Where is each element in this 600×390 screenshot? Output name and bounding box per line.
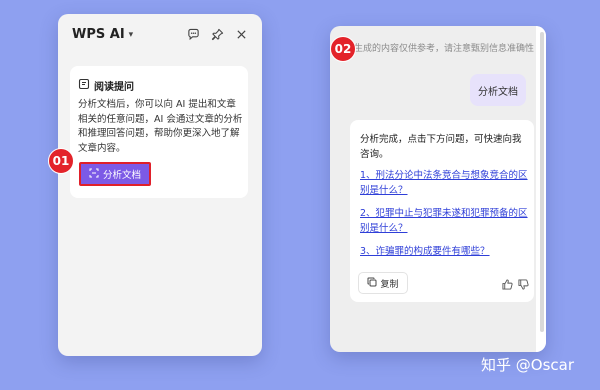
user-message-bubble: 分析文档 <box>470 74 526 106</box>
scrollbar-thumb[interactable] <box>540 32 544 332</box>
ai-response-text: 分析完成，点击下方问题，可快速向我咨询。 <box>360 134 522 160</box>
disclaimer-text: 生成的内容仅供参考，请注意甄别信息准确性 <box>354 44 535 54</box>
thumbs-down-icon[interactable] <box>518 275 529 294</box>
panel-title[interactable]: WPS AI <box>72 27 125 42</box>
wps-ai-panel-initial: WPS AI ▾ 阅读提问 分析文档后，你可以向 AI 提出和文章相关的任意问题… <box>58 14 262 356</box>
suggested-question-2[interactable]: 2、犯罪中止与犯罪未遂和犯罪预备的区别是什么？ <box>360 206 528 236</box>
copy-button-label: 复制 <box>380 279 399 290</box>
chevron-down-icon[interactable]: ▾ <box>129 30 134 40</box>
panel-header: WPS AI ▾ <box>58 14 262 54</box>
book-icon <box>78 78 90 93</box>
suggested-question-1[interactable]: 1、刑法分论中法条竞合与想象竞合的区别是什么？ <box>360 168 528 198</box>
wps-ai-panel-result: 生成的内容仅供参考，请注意甄别信息准确性 分析文档 分析完成，点击下方问题，可快… <box>330 26 546 352</box>
pin-icon[interactable] <box>210 27 224 41</box>
copy-icon <box>367 277 377 290</box>
chat-icon[interactable] <box>186 27 200 41</box>
close-icon[interactable] <box>234 27 248 41</box>
reading-qa-card: 阅读提问 分析文档后，你可以向 AI 提出和文章相关的任意问题，AI 会通过文章… <box>70 66 248 198</box>
analyze-document-button[interactable]: 分析文档 <box>79 162 151 186</box>
step-badge-01: 01 <box>48 148 74 174</box>
suggested-question-3[interactable]: 3、诈骗罪的构成要件有哪些？ <box>360 244 528 259</box>
watermark: 知乎 @Oscar <box>481 356 574 374</box>
card-heading: 阅读提问 <box>78 78 134 93</box>
scan-icon <box>89 168 99 181</box>
scrollbar-track[interactable] <box>536 26 546 352</box>
copy-button[interactable]: 复制 <box>358 272 408 294</box>
analyze-button-label: 分析文档 <box>102 170 141 181</box>
header-actions <box>186 27 248 41</box>
ai-response-card: 分析完成，点击下方问题，可快速向我咨询。 1、刑法分论中法条竞合与想象竞合的区别… <box>350 120 534 302</box>
step-badge-02: 02 <box>330 36 356 62</box>
card-title: 阅读提问 <box>94 82 134 93</box>
card-description: 分析文档后，你可以向 AI 提出和文章相关的任意问题，AI 会通过文章的分析和推… <box>78 99 243 154</box>
thumbs-up-icon[interactable] <box>502 275 513 294</box>
